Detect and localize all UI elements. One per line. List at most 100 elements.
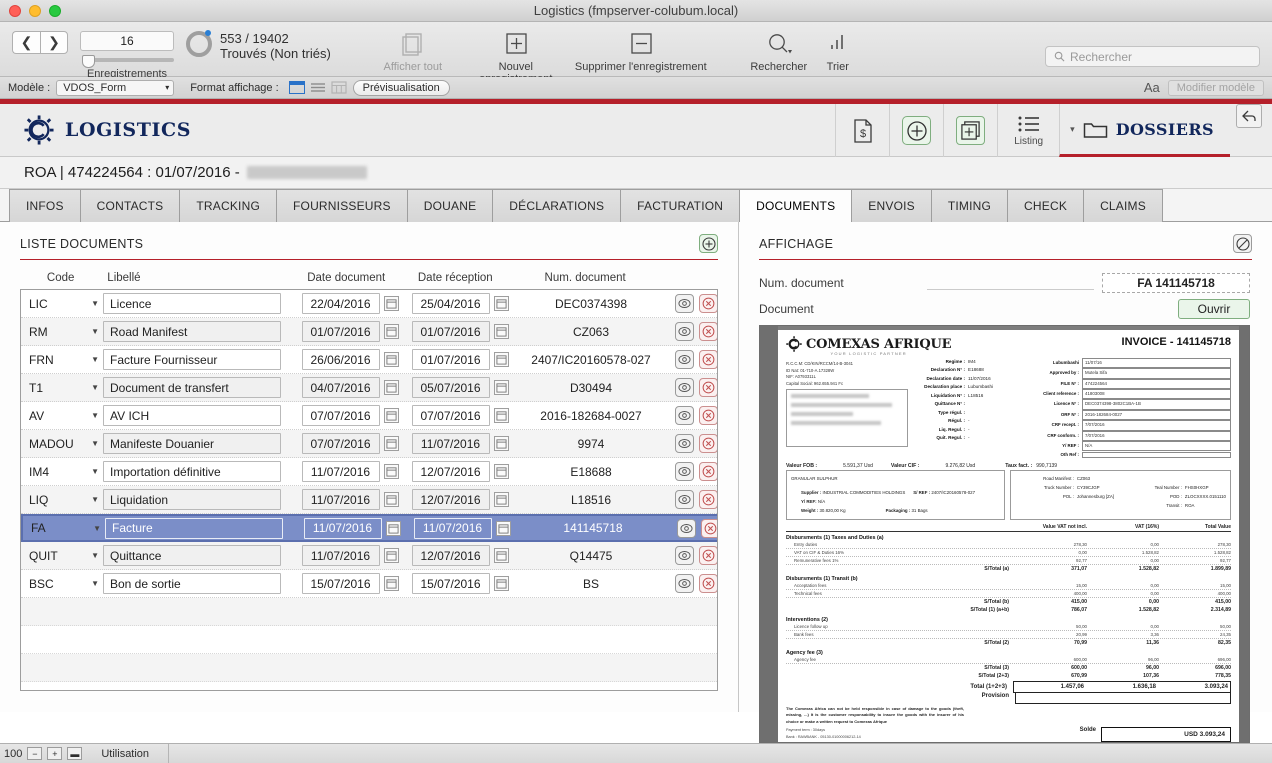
cell-num-document[interactable]: BS (515, 570, 667, 597)
tab-envois[interactable]: ENVOIS (852, 189, 932, 222)
view-document-button[interactable] (674, 434, 694, 453)
cell-date-document[interactable]: 04/07/2016 (295, 374, 405, 401)
cell-libelle[interactable]: Document de transfert (103, 374, 295, 401)
cell-num-document[interactable]: D30494 (515, 374, 667, 401)
find-button[interactable]: Rechercher (743, 27, 815, 73)
delete-document-button[interactable] (698, 574, 717, 593)
cell-date-reception[interactable]: 11/07/2016 (407, 516, 517, 540)
cell-libelle[interactable]: Manifeste Douanier (103, 430, 295, 457)
date-document-value[interactable]: 07/07/2016 (301, 433, 380, 454)
cell-num-document[interactable]: 2016-182684-0027 (515, 402, 667, 429)
cell-date-reception[interactable]: 11/07/2016 (405, 430, 515, 457)
delete-document-button[interactable] (698, 350, 717, 369)
date-reception-value[interactable]: 25/04/2016 (411, 293, 490, 314)
record-number-field[interactable]: 16 (80, 31, 174, 51)
next-record-button[interactable]: ❯ (40, 31, 68, 54)
text-format-icon[interactable]: Aa (1144, 80, 1160, 95)
chevron-down-icon[interactable]: ▾ (1070, 124, 1075, 135)
calendar-icon[interactable] (493, 408, 509, 423)
delete-document-button[interactable] (698, 322, 717, 341)
cell-libelle[interactable]: Importation définitive (103, 458, 295, 485)
record-nav-buttons[interactable]: ❮ ❯ (12, 31, 68, 54)
cell-date-reception[interactable]: 01/07/2016 (405, 346, 515, 373)
libelle-value[interactable]: Licence (103, 293, 281, 314)
cell-num-document[interactable]: 9974 (515, 430, 667, 457)
zoom-in-button[interactable]: + (47, 747, 63, 760)
dossiers-section-tab[interactable]: ▾ DOSSIERS (1059, 104, 1230, 157)
date-document-value[interactable]: 11/07/2016 (301, 489, 380, 510)
tab-timing[interactable]: TIMING (931, 189, 1009, 222)
date-reception-value[interactable]: 11/07/2016 (411, 433, 490, 454)
tab-check[interactable]: CHECK (1008, 189, 1085, 222)
list-view-icon[interactable] (310, 81, 326, 94)
cell-code[interactable]: AV ▼ (21, 402, 103, 429)
cell-num-document[interactable]: DEC0374398 (515, 290, 667, 317)
delete-document-button[interactable] (698, 434, 717, 453)
libelle-value[interactable]: Manifeste Douanier (103, 433, 281, 454)
view-document-button[interactable] (674, 406, 694, 425)
view-document-button[interactable] (674, 322, 694, 341)
table-row[interactable]: MADOU ▼ Manifeste Douanier 07/07/2016 11/07/… (21, 430, 717, 458)
open-document-button[interactable]: Ouvrir (1178, 299, 1250, 319)
cell-code[interactable]: BSC ▼ (21, 570, 103, 597)
cell-libelle[interactable]: Facture (105, 516, 297, 540)
calendar-icon[interactable] (383, 352, 399, 367)
date-reception-value[interactable]: 12/07/2016 (411, 545, 490, 566)
cell-date-document[interactable]: 11/07/2016 (297, 516, 407, 540)
date-document-value[interactable]: 11/07/2016 (301, 461, 380, 482)
cell-num-document[interactable]: L18516 (515, 486, 667, 513)
libelle-value[interactable]: Facture Fournisseur (103, 349, 281, 370)
cell-date-document[interactable]: 01/07/2016 (295, 318, 405, 345)
cell-date-reception[interactable]: 15/07/2016 (405, 570, 515, 597)
table-row[interactable]: FA ▼ Facture 11/07/2016 11/07/2016 141145718 (21, 514, 717, 542)
cell-num-document[interactable]: CZ063 (515, 318, 667, 345)
date-reception-value[interactable]: 11/07/2016 (413, 517, 492, 539)
calendar-icon[interactable] (493, 352, 509, 367)
view-document-button[interactable] (674, 462, 694, 481)
delete-record-button[interactable]: Supprimer l'enregistrement (571, 27, 711, 73)
document-preview-frame[interactable]: COMEXAS AFRIQUE YOUR LOGISTIC PARTNER IN… (759, 325, 1250, 743)
table-row[interactable]: T1 ▼ Document de transfert 04/07/2016 05/07/… (21, 374, 717, 402)
cell-num-document[interactable]: 141145718 (517, 516, 669, 540)
cell-date-document[interactable]: 22/04/2016 (295, 290, 405, 317)
cell-libelle[interactable]: Bon de sortie (103, 570, 295, 597)
cell-date-reception[interactable]: 12/07/2016 (405, 458, 515, 485)
date-document-value[interactable]: 11/07/2016 (301, 545, 380, 566)
view-document-button[interactable] (674, 378, 694, 397)
view-document-button[interactable] (674, 490, 694, 509)
sort-button[interactable]: Trier (815, 27, 861, 73)
chevron-down-icon[interactable]: ▼ (91, 495, 99, 504)
cell-libelle[interactable]: Quittance (103, 542, 295, 569)
cell-date-document[interactable]: 07/07/2016 (295, 430, 405, 457)
cell-code[interactable]: LIC ▼ (21, 290, 103, 317)
calendar-icon[interactable] (383, 436, 399, 451)
date-reception-value[interactable]: 12/07/2016 (411, 461, 490, 482)
calendar-icon[interactable] (493, 324, 509, 339)
clear-display-button[interactable] (1233, 234, 1252, 253)
chevron-down-icon[interactable]: ▼ (91, 299, 99, 308)
add-record-tool-button[interactable] (889, 104, 943, 157)
cell-libelle[interactable]: Licence (103, 290, 295, 317)
view-document-button[interactable] (676, 518, 696, 538)
previous-record-button[interactable]: ❮ (12, 31, 40, 54)
libelle-value[interactable]: Liquidation (103, 489, 281, 510)
add-document-button[interactable] (699, 234, 718, 253)
cell-code[interactable]: IM4 ▼ (21, 458, 103, 485)
layout-select[interactable]: VDOS_Form ▾ (56, 79, 175, 96)
calendar-icon[interactable] (383, 380, 399, 395)
cell-code[interactable]: FRN ▼ (21, 346, 103, 373)
date-reception-value[interactable]: 01/07/2016 (411, 321, 490, 342)
delete-document-button[interactable] (698, 490, 717, 509)
invoice-tool-button[interactable]: $ (835, 104, 889, 157)
cell-date-reception[interactable]: 12/07/2016 (405, 542, 515, 569)
cell-libelle[interactable]: Liquidation (103, 486, 295, 513)
record-slider[interactable] (80, 55, 174, 68)
tab-douane[interactable]: DOUANE (407, 189, 494, 222)
tab-tracking[interactable]: TRACKING (180, 189, 277, 222)
cell-date-document[interactable]: 11/07/2016 (295, 542, 405, 569)
calendar-icon[interactable] (383, 548, 399, 563)
chevron-down-icon[interactable]: ▼ (91, 327, 99, 336)
libelle-value[interactable]: Importation définitive (103, 461, 281, 482)
table-row[interactable]: RM ▼ Road Manifest 01/07/2016 01/07/2016 CZ06… (21, 318, 717, 346)
chevron-down-icon[interactable]: ▼ (91, 467, 99, 476)
